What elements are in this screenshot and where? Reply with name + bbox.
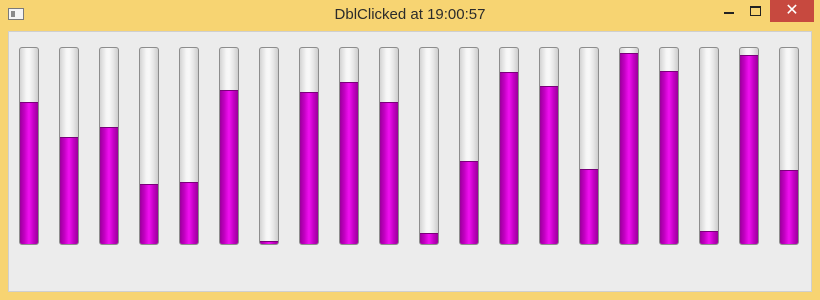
progress-bar-fill <box>580 169 598 244</box>
progress-bar-fill <box>740 55 758 244</box>
progress-bar-fill <box>300 92 318 244</box>
app-window: DblClicked at 19:00:57 ✕ <box>0 0 820 300</box>
progress-bar-16[interactable] <box>619 47 639 245</box>
progress-bar-fill <box>660 71 678 244</box>
progress-bar-8[interactable] <box>299 47 319 245</box>
progress-bar-fill <box>380 102 398 244</box>
maximize-button[interactable] <box>742 0 768 22</box>
progress-bar-9[interactable] <box>339 47 359 245</box>
window-title: DblClicked at 19:00:57 <box>334 6 486 23</box>
progress-bar-fill <box>180 182 198 244</box>
progress-bar-fill <box>540 86 558 244</box>
progress-bar-10[interactable] <box>379 47 399 245</box>
progress-bar-17[interactable] <box>659 47 679 245</box>
minimize-icon <box>724 12 734 14</box>
progress-bar-fill <box>60 137 78 244</box>
progress-bar-fill <box>220 90 238 244</box>
progress-bar-fill <box>500 72 518 244</box>
progress-bar-fill <box>260 241 278 244</box>
close-icon: ✕ <box>785 2 799 19</box>
progress-bar-5[interactable] <box>179 47 199 245</box>
progress-bar-15[interactable] <box>579 47 599 245</box>
progress-bar-fill <box>780 170 798 244</box>
progress-bar-12[interactable] <box>459 47 479 245</box>
progress-bar-4[interactable] <box>139 47 159 245</box>
progress-bar-fill <box>20 102 38 244</box>
progress-bar-fill <box>700 231 718 244</box>
title-bar[interactable]: DblClicked at 19:00:57 ✕ <box>0 0 820 30</box>
progress-bar-fill <box>100 127 118 244</box>
progress-bar-2[interactable] <box>59 47 79 245</box>
progress-bar-panel <box>8 31 812 292</box>
minimize-button[interactable] <box>716 0 742 22</box>
progress-bar-13[interactable] <box>499 47 519 245</box>
progress-bar-6[interactable] <box>219 47 239 245</box>
progress-bar-18[interactable] <box>699 47 719 245</box>
progress-bar-20[interactable] <box>779 47 799 245</box>
close-button[interactable]: ✕ <box>770 0 814 22</box>
progress-bar-fill <box>620 53 638 244</box>
progress-bar-19[interactable] <box>739 47 759 245</box>
progress-bar-1[interactable] <box>19 47 39 245</box>
progress-bar-3[interactable] <box>99 47 119 245</box>
progress-bar-fill <box>140 184 158 244</box>
progress-bar-14[interactable] <box>539 47 559 245</box>
progress-bar-fill <box>460 161 478 244</box>
maximize-icon <box>749 6 761 16</box>
progress-bar-fill <box>420 233 438 244</box>
progress-bar-11[interactable] <box>419 47 439 245</box>
progress-bar-7[interactable] <box>259 47 279 245</box>
progress-bar-fill <box>340 82 358 244</box>
